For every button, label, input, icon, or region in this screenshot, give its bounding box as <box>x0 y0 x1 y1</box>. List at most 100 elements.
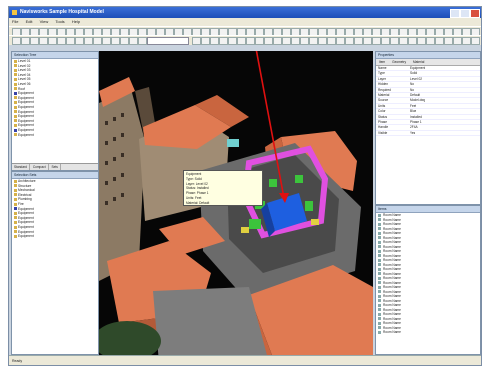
toolbar-button[interactable] <box>381 37 390 45</box>
toolbar-button[interactable] <box>453 37 462 45</box>
menu-view[interactable]: View <box>37 18 52 26</box>
list-item-label: Room Name <box>383 289 401 294</box>
node-icon <box>14 188 17 192</box>
menu-edit[interactable]: Edit <box>23 18 36 26</box>
tree-item-label: Electrical <box>18 192 32 197</box>
toolbar-button[interactable] <box>444 37 453 45</box>
list-item-label: Room Name <box>383 298 401 303</box>
property-name: Status <box>378 114 388 119</box>
list-item-label: Room Name <box>383 226 401 231</box>
tree-item-label: Equipment <box>18 100 34 105</box>
close-button[interactable] <box>470 9 480 18</box>
tree-item-label: Equipment <box>18 211 34 216</box>
toolbar-button[interactable] <box>48 37 57 45</box>
room-icon <box>378 290 381 294</box>
toolbar-button[interactable] <box>273 37 282 45</box>
toolbar-button[interactable] <box>66 37 75 45</box>
toolbar-button[interactable] <box>138 37 147 45</box>
list-item-label: Room Name <box>383 240 401 244</box>
list-item[interactable]: Room Name <box>376 330 480 335</box>
toolbar-button[interactable] <box>390 37 399 45</box>
toolbar-button[interactable] <box>291 37 300 45</box>
toolbar-button[interactable] <box>255 37 264 45</box>
toolbar-button[interactable] <box>309 37 318 45</box>
toolbar-button[interactable] <box>282 37 291 45</box>
toolbar-button[interactable] <box>21 37 30 45</box>
toolbar-button[interactable] <box>93 37 102 45</box>
list-item-label: Room Name <box>383 325 401 330</box>
toolbar-button[interactable] <box>246 37 255 45</box>
tab-geometry[interactable]: Geometry <box>389 60 409 64</box>
tab-standard[interactable]: Standard <box>12 164 30 170</box>
node-icon <box>14 59 17 63</box>
toolbar-button[interactable] <box>201 37 210 45</box>
toolbar-button[interactable] <box>363 37 372 45</box>
toolbar-button[interactable] <box>264 37 273 45</box>
toolbar-button[interactable] <box>120 37 129 45</box>
list-item-label: Room Name <box>383 294 401 298</box>
node-icon <box>14 133 17 137</box>
toolbar-button[interactable] <box>462 37 471 45</box>
maximize-button[interactable] <box>460 9 470 18</box>
tree-item-label: Mechanical <box>18 188 35 193</box>
tab-sets[interactable]: Sets <box>49 164 61 170</box>
toolbar-button[interactable] <box>300 37 309 45</box>
tree-item[interactable]: Equipment <box>12 133 98 138</box>
toolbar-button[interactable] <box>372 37 381 45</box>
toolbar-combo[interactable] <box>147 37 189 45</box>
toolbar-button[interactable] <box>471 37 480 45</box>
toolbar-button[interactable] <box>327 37 336 45</box>
node-icon <box>14 105 17 109</box>
property-name: Layer <box>378 76 386 81</box>
list-item-label: Room Name <box>383 258 401 262</box>
toolbar-button[interactable] <box>39 37 48 45</box>
toolbar-button[interactable] <box>30 37 39 45</box>
node-icon <box>14 202 17 206</box>
toolbar-button[interactable] <box>192 37 201 45</box>
toolbar-button[interactable] <box>417 37 426 45</box>
property-row[interactable]: Visible Yes <box>376 131 480 137</box>
toolbar-button[interactable] <box>228 37 237 45</box>
node-icon <box>14 128 17 132</box>
toolbar-button[interactable] <box>210 37 219 45</box>
toolbar-button[interactable] <box>354 37 363 45</box>
toolbar-button[interactable] <box>237 37 246 45</box>
toolbar-button[interactable] <box>345 37 354 45</box>
toolbar-button[interactable] <box>336 37 345 45</box>
toolbar-button[interactable] <box>102 37 111 45</box>
toolbar-button[interactable] <box>399 37 408 45</box>
toolbar-button[interactable] <box>57 37 66 45</box>
panel-title: Properties <box>376 52 480 59</box>
toolbar-button[interactable] <box>84 37 93 45</box>
toolbar-button[interactable] <box>408 37 417 45</box>
list-item-label: Room Name <box>383 267 401 271</box>
3d-viewport[interactable] <box>99 51 373 363</box>
panel-title: Items <box>376 206 480 213</box>
property-name: Hidden <box>378 82 389 87</box>
toolbar-button[interactable] <box>12 37 21 45</box>
toolbar-button[interactable] <box>129 37 138 45</box>
room-icon <box>378 321 381 325</box>
room-icon <box>378 317 381 321</box>
tree-item-label: Equipment <box>18 220 34 225</box>
room-icon <box>378 236 381 240</box>
toolbar-button[interactable] <box>435 37 444 45</box>
node-icon <box>14 82 17 86</box>
menu-help[interactable]: Help <box>69 18 83 26</box>
node-icon <box>14 179 17 183</box>
toolbar-button[interactable] <box>111 37 120 45</box>
toolbar-button[interactable] <box>426 37 435 45</box>
tab-material[interactable]: Material <box>410 60 427 64</box>
node-icon <box>14 225 17 229</box>
room-icon <box>378 267 381 271</box>
toolbar-button[interactable] <box>318 37 327 45</box>
tab-item[interactable]: Item <box>376 60 388 64</box>
toolbar-button[interactable] <box>219 37 228 45</box>
list-item-label: Room Name <box>383 280 401 285</box>
menu-file[interactable]: File <box>9 18 21 26</box>
menu-tools[interactable]: Tools <box>52 18 67 26</box>
tree-item[interactable]: Equipment <box>12 234 98 239</box>
tab-compact[interactable]: Compact <box>31 164 49 170</box>
minimize-button[interactable] <box>450 9 460 18</box>
toolbar-button[interactable] <box>75 37 84 45</box>
